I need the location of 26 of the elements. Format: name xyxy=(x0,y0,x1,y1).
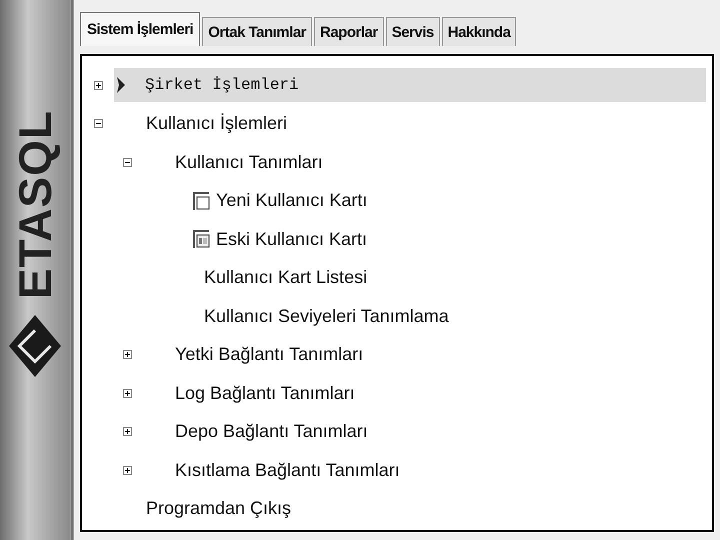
logo-text: ETASQL xyxy=(12,110,58,300)
plus-icon[interactable] xyxy=(123,350,132,360)
tab[interactable]: Raporlar xyxy=(314,17,384,46)
tree-item[interactable]: Kullanıcı Kart Listesi xyxy=(192,260,706,295)
tree-item[interactable]: Şirket İşlemleri xyxy=(114,68,706,102)
tree-item[interactable]: Kullanıcı İşlemleri xyxy=(134,106,706,141)
tree-item[interactable]: Yetki Bağlantı Tanımları xyxy=(163,338,706,372)
tab[interactable]: Sistem İşlemleri xyxy=(80,12,200,46)
tree-item[interactable]: Yeni Kullanıcı Kartı xyxy=(192,184,706,218)
minus-icon[interactable] xyxy=(94,119,103,128)
plus-icon[interactable] xyxy=(123,466,132,475)
tree-item[interactable]: Programdan Çıkış xyxy=(134,492,706,526)
tree-item[interactable]: Kısıtlama Bağlantı Tanımları xyxy=(163,453,706,488)
tab[interactable]: Ortak Tanımlar xyxy=(202,17,312,46)
tree-item[interactable]: Eski Kullanıcı Kartı xyxy=(192,222,706,256)
plus-icon[interactable] xyxy=(94,80,103,90)
plus-icon[interactable] xyxy=(123,388,132,398)
diamond-logo-icon xyxy=(7,313,63,380)
tab[interactable]: Hakkında xyxy=(442,17,516,46)
tab[interactable]: Servis xyxy=(386,17,440,46)
tree-item[interactable]: Kullanıcı Seviyeleri Tanımlama xyxy=(192,299,706,334)
tree-item[interactable]: Kullanıcı Tanımları xyxy=(163,145,706,180)
tree-item[interactable]: Depo Bağlantı Tanımları xyxy=(163,414,706,449)
tree-item[interactable]: Log Bağlantı Tanımları xyxy=(163,376,706,410)
minus-icon[interactable] xyxy=(123,158,132,167)
plus-icon[interactable] xyxy=(123,427,132,436)
